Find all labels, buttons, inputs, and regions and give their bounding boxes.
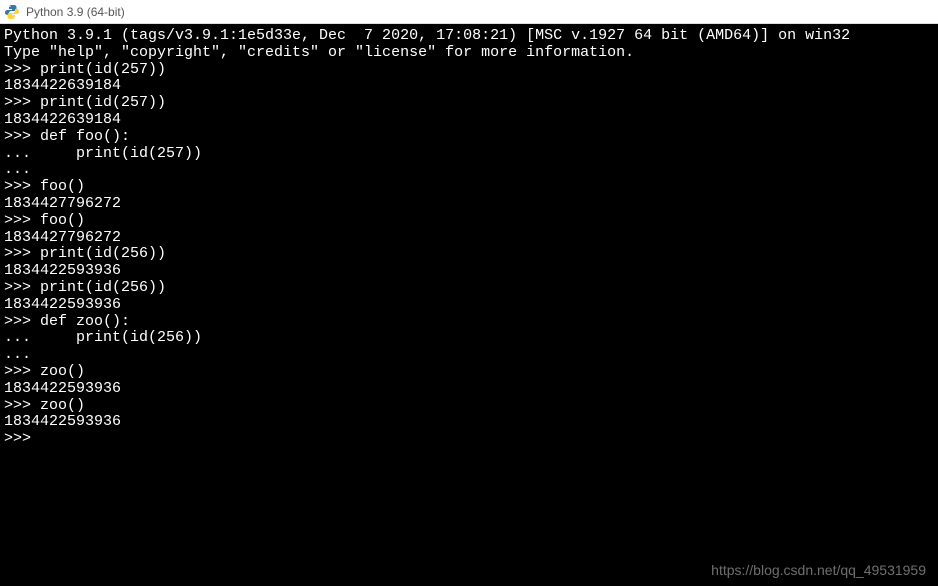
- terminal-line: >>> print(id(257)): [4, 95, 934, 112]
- window-titlebar: Python 3.9 (64-bit): [0, 0, 938, 24]
- terminal-line: Python 3.9.1 (tags/v3.9.1:1e5d33e, Dec 7…: [4, 28, 934, 45]
- terminal-line: ... print(id(257)): [4, 146, 934, 163]
- terminal-line: >>> zoo(): [4, 398, 934, 415]
- terminal-line: 1834422593936: [4, 381, 934, 398]
- window-title: Python 3.9 (64-bit): [26, 5, 125, 19]
- terminal-line: >>> foo(): [4, 213, 934, 230]
- terminal-output[interactable]: Python 3.9.1 (tags/v3.9.1:1e5d33e, Dec 7…: [0, 24, 938, 586]
- terminal-line: >>>: [4, 431, 934, 448]
- terminal-line: 1834422639184: [4, 112, 934, 129]
- terminal-line: 1834422593936: [4, 297, 934, 314]
- terminal-line: ...: [4, 347, 934, 364]
- python-icon: [4, 4, 20, 20]
- terminal-line: 1834427796272: [4, 230, 934, 247]
- terminal-line: >>> print(id(257)): [4, 62, 934, 79]
- terminal-line: ...: [4, 162, 934, 179]
- terminal-line: >>> foo(): [4, 179, 934, 196]
- terminal-line: 1834422639184: [4, 78, 934, 95]
- terminal-line: Type "help", "copyright", "credits" or "…: [4, 45, 934, 62]
- terminal-line: >>> def zoo():: [4, 314, 934, 331]
- terminal-line: 1834422593936: [4, 414, 934, 431]
- terminal-line: 1834422593936: [4, 263, 934, 280]
- terminal-line: >>> def foo():: [4, 129, 934, 146]
- terminal-line: >>> print(id(256)): [4, 280, 934, 297]
- terminal-line: >>> print(id(256)): [4, 246, 934, 263]
- terminal-line: ... print(id(256)): [4, 330, 934, 347]
- terminal-line: 1834427796272: [4, 196, 934, 213]
- terminal-line: >>> zoo(): [4, 364, 934, 381]
